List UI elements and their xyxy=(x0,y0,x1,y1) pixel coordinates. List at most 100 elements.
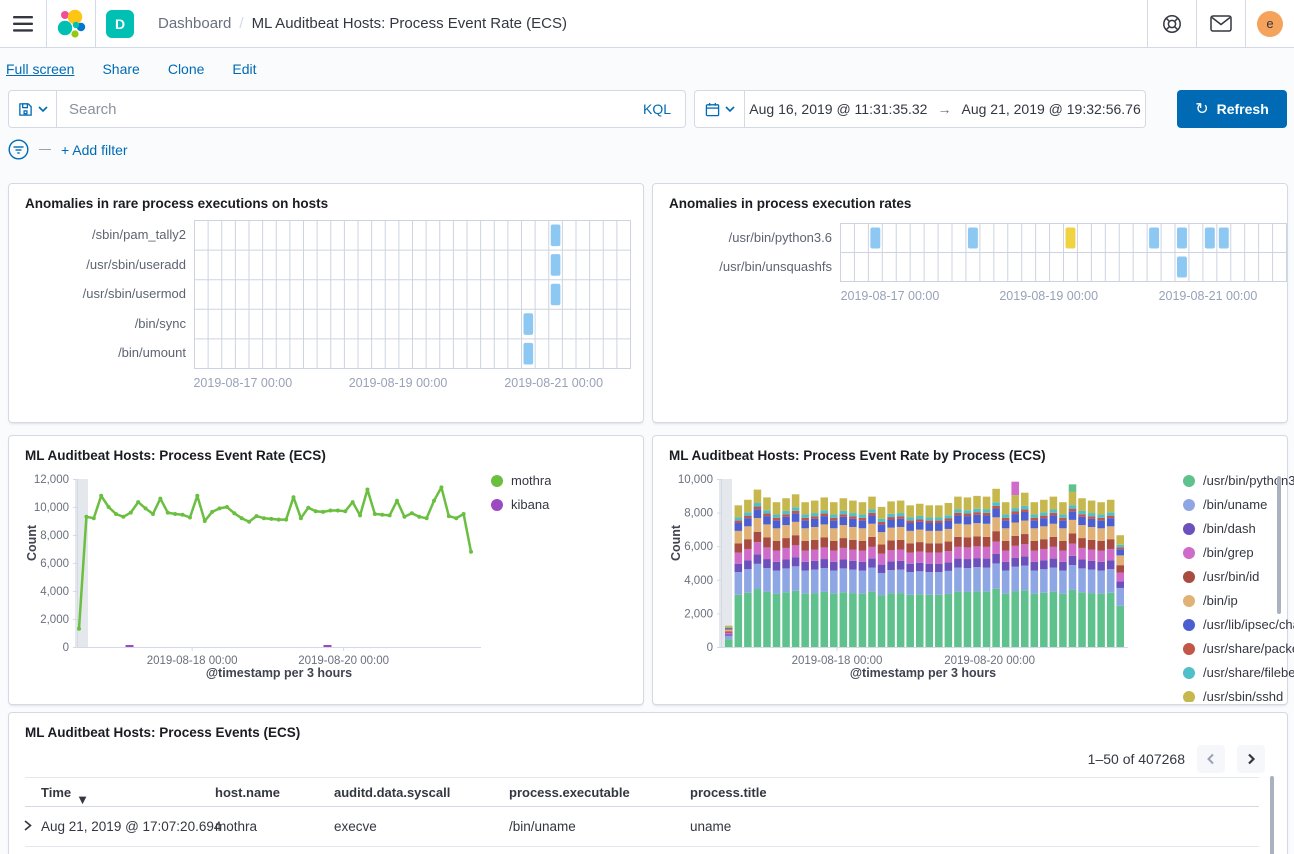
legend-label: /bin/dash xyxy=(1203,521,1256,536)
full-screen-link[interactable]: Full screen xyxy=(6,61,74,77)
legend-item[interactable]: /usr/sbin/sshd xyxy=(1183,690,1294,702)
anomaly-cell[interactable] xyxy=(968,228,978,249)
chevron-down-icon xyxy=(38,106,48,112)
stacked-bar-chart[interactable]: 02,0004,0006,0008,00010,0002019-08-18 00… xyxy=(653,472,1273,697)
anomaly-cell[interactable] xyxy=(551,225,561,247)
y-axis-tick-label: 8,000 xyxy=(684,508,713,520)
table-row: Aug 21, 2019 @ 17:07:20.694mothraexecve/… xyxy=(25,807,1259,847)
user-avatar[interactable]: e xyxy=(1245,0,1294,47)
column-header-time[interactable]: Time▼ xyxy=(41,785,71,800)
y-axis-tick-label: 6,000 xyxy=(684,541,713,553)
space-badge: D xyxy=(106,10,134,38)
swimlane-grid[interactable] xyxy=(840,223,1288,283)
legend-item[interactable]: /usr/lib/ipsec/cha... xyxy=(1183,618,1294,631)
y-axis-tick-label: 10,000 xyxy=(34,502,69,514)
date-quick-menu-button[interactable] xyxy=(695,91,745,127)
legend-dot-icon xyxy=(1183,667,1195,679)
column-header-host-name[interactable]: host.name xyxy=(215,785,280,800)
x-axis-tick-label: 2019-08-21 00:00 xyxy=(484,376,624,390)
table-scrollbar[interactable] xyxy=(1270,776,1274,854)
anomaly-cell[interactable] xyxy=(1066,228,1076,249)
x-axis-tick-label: 2019-08-19 00:00 xyxy=(328,376,468,390)
refresh-button[interactable]: ↻ Refresh xyxy=(1177,90,1287,128)
menu-icon[interactable] xyxy=(0,0,46,47)
space-switcher[interactable]: D xyxy=(96,0,144,47)
legend-dot-icon xyxy=(1183,499,1195,511)
table-header-row: Time▼ host.name auditd.data.syscall process… xyxy=(25,777,1259,807)
legend-dot-icon xyxy=(1183,475,1195,487)
next-page-button[interactable] xyxy=(1237,745,1265,773)
swimlane-row-label: /usr/sbin/useradd xyxy=(14,250,186,280)
x-axis-tick-label: 2019-08-21 00:00 xyxy=(1138,289,1278,303)
table-cell: /bin/uname xyxy=(509,819,576,834)
filter-icon[interactable] xyxy=(8,139,29,160)
swimlane-row-label: /usr/bin/unsquashfs xyxy=(658,252,832,281)
edit-link[interactable]: Edit xyxy=(232,61,256,77)
dashboard-menu: Full screen Share Clone Edit xyxy=(6,61,257,77)
y-axis-tick-label: 12,000 xyxy=(34,474,69,486)
filter-dash xyxy=(39,149,51,150)
legend-scrollbar[interactable] xyxy=(1277,476,1281,614)
help-icon[interactable] xyxy=(1147,0,1196,47)
panel-process-event-rate: ML Auditbeat Hosts: Process Event Rate (… xyxy=(8,435,644,705)
clone-link[interactable]: Clone xyxy=(168,61,205,77)
swimlane-row-label: /bin/umount xyxy=(14,338,186,368)
legend-item[interactable]: kibana xyxy=(491,498,551,511)
legend-label: /usr/share/packe... xyxy=(1203,641,1294,656)
chevron-right-icon xyxy=(1245,753,1257,765)
column-header-auditd-data-syscall[interactable]: auditd.data.syscall xyxy=(334,785,450,800)
anomaly-cell[interactable] xyxy=(551,254,561,276)
elastic-logo[interactable] xyxy=(47,0,95,47)
legend-dot-icon xyxy=(491,475,503,487)
dashboard-page: D Dashboard / ML Auditbeat Hosts: Proces… xyxy=(0,0,1294,854)
add-filter-button[interactable]: + Add filter xyxy=(61,142,128,158)
legend-item[interactable]: /usr/share/filebe... xyxy=(1183,666,1294,679)
legend-label: /bin/uname xyxy=(1203,497,1267,512)
legend-dot-icon xyxy=(1183,691,1195,703)
breadcrumb: Dashboard / ML Auditbeat Hosts: Process … xyxy=(144,0,1147,47)
anomaly-cell[interactable] xyxy=(1177,228,1187,249)
panel-anomalies-rare-processes: Anomalies in rare process executions on … xyxy=(8,183,644,423)
panel-title: ML Auditbeat Hosts: Process Event Rate (… xyxy=(25,448,326,463)
anomaly-cell[interactable] xyxy=(1219,228,1229,249)
legend-item[interactable]: mothra xyxy=(491,474,551,487)
refresh-icon: ↻ xyxy=(1195,99,1208,119)
share-link[interactable]: Share xyxy=(102,61,139,77)
date-end[interactable]: Aug 21, 2019 @ 19:32:56.76 xyxy=(961,101,1140,117)
panel-title: Anomalies in process execution rates xyxy=(669,196,911,211)
date-start[interactable]: Aug 16, 2019 @ 11:31:35.32 xyxy=(749,101,927,117)
breadcrumb-dashboard-link[interactable]: Dashboard xyxy=(158,15,231,32)
save-icon xyxy=(18,102,33,117)
swimlane-row-label: /bin/sync xyxy=(14,309,186,339)
x-axis-tick-label: 2019-08-18 00:00 xyxy=(792,655,883,667)
saved-query-menu-button[interactable] xyxy=(9,91,57,127)
y-axis-tick-label: 4,000 xyxy=(684,575,713,587)
previous-page-button[interactable] xyxy=(1197,745,1225,773)
x-axis-tick-label: 2019-08-17 00:00 xyxy=(173,376,313,390)
anomaly-cell[interactable] xyxy=(870,228,880,249)
y-axis-tick-label: 2,000 xyxy=(684,608,713,620)
x-axis-tick-label: 2019-08-20 00:00 xyxy=(298,655,389,667)
anomaly-cell[interactable] xyxy=(1205,228,1215,249)
anomaly-cell[interactable] xyxy=(1149,228,1159,249)
kql-toggle[interactable]: KQL xyxy=(629,101,685,117)
column-header-process-executable[interactable]: process.executable xyxy=(509,785,630,800)
topbar-actions: e xyxy=(1147,0,1294,47)
swimlane-grid[interactable] xyxy=(194,220,632,370)
panel-event-rate-by-process: ML Auditbeat Hosts: Process Event Rate b… xyxy=(652,435,1288,705)
table-cell: execve xyxy=(334,819,377,834)
legend-dot-icon xyxy=(1183,547,1195,559)
search-input[interactable] xyxy=(57,101,629,118)
expand-row-button[interactable] xyxy=(21,819,34,835)
legend-item[interactable]: /usr/share/packe... xyxy=(1183,642,1294,655)
anomaly-cell[interactable] xyxy=(551,284,561,306)
legend-label: /usr/lib/ipsec/cha... xyxy=(1203,617,1294,632)
anomaly-cell[interactable] xyxy=(524,313,534,335)
panel-anomalies-execution-rates: Anomalies in process execution rates /us… xyxy=(652,183,1288,423)
mail-icon[interactable] xyxy=(1196,0,1245,47)
column-header-process-title[interactable]: process.title xyxy=(690,785,767,800)
anomaly-cell[interactable] xyxy=(524,343,534,365)
legend-dot-icon xyxy=(491,499,503,511)
chevron-down-icon xyxy=(725,106,735,112)
anomaly-cell[interactable] xyxy=(1177,257,1187,278)
